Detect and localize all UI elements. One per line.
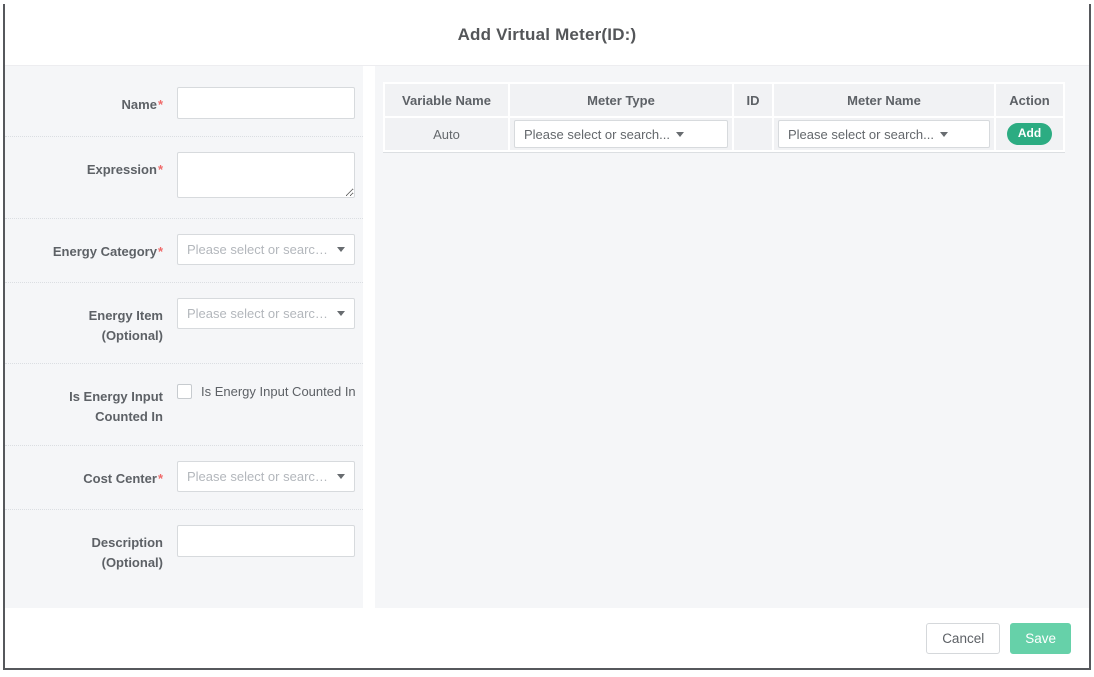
name-input[interactable] [177, 87, 355, 119]
meter-type-cell: Please select or search... [510, 118, 732, 150]
table-row: Auto Please select or search... Please s… [385, 118, 1063, 150]
column-header-id: ID [734, 84, 772, 116]
energy-item-label: Energy Item(Optional) [17, 298, 163, 346]
column-header-meter-name: Meter Name [774, 84, 994, 116]
table-header-row: Variable Name Meter Type ID Meter Name A… [385, 84, 1063, 116]
select-placeholder: Please select or search... [187, 242, 331, 257]
add-virtual-meter-dialog: Add Virtual Meter(ID:) Name* Expression*… [3, 4, 1091, 670]
form-row-energy-item: Energy Item(Optional) Please select or s… [5, 283, 363, 364]
energy-category-select[interactable]: Please select or search... [177, 234, 355, 265]
checkbox-label: Is Energy Input Counted In [201, 384, 356, 399]
dialog-body: Name* Expression* Energy Category* Pleas… [5, 66, 1089, 608]
cancel-button[interactable]: Cancel [926, 623, 1000, 654]
name-label: Name* [17, 87, 163, 115]
form-row-energy-input-counted: Is Energy InputCounted In Is Energy Inpu… [5, 364, 363, 445]
form-row-cost-center: Cost Center* Please select or search... [5, 446, 363, 510]
select-placeholder: Please select or search... [187, 469, 331, 484]
add-variable-button[interactable]: Add [1007, 123, 1052, 144]
select-placeholder: Please select or search... [187, 306, 331, 321]
variables-table: Variable Name Meter Type ID Meter Name A… [383, 82, 1065, 152]
energy-input-counted-checkbox[interactable] [177, 384, 192, 399]
panel-divider [363, 66, 375, 608]
variables-panel: Variable Name Meter Type ID Meter Name A… [375, 66, 1089, 608]
table-bottom-border [383, 152, 1065, 153]
cost-center-label: Cost Center* [17, 461, 163, 489]
energy-input-counted-field: Is Energy Input Counted In [177, 379, 356, 399]
chevron-down-icon [676, 132, 684, 137]
save-button[interactable]: Save [1010, 623, 1071, 654]
action-cell: Add [996, 118, 1063, 150]
form-row-description: Description(Optional) [5, 510, 363, 590]
chevron-down-icon [337, 474, 345, 479]
meter-name-select[interactable]: Please select or search... [778, 120, 990, 148]
chevron-down-icon [940, 132, 948, 137]
required-asterisk: * [158, 97, 163, 112]
expression-textarea[interactable] [177, 152, 355, 198]
select-placeholder: Please select or search... [788, 127, 934, 142]
energy-input-counted-label: Is Energy InputCounted In [17, 379, 163, 427]
energy-item-select[interactable]: Please select or search... [177, 298, 355, 329]
dialog-title: Add Virtual Meter(ID:) [458, 25, 637, 45]
select-placeholder: Please select or search... [524, 127, 670, 142]
description-input[interactable] [177, 525, 355, 557]
id-cell [734, 118, 772, 150]
form-row-name: Name* [5, 72, 363, 137]
form-panel: Name* Expression* Energy Category* Pleas… [5, 66, 363, 608]
expression-label: Expression* [17, 152, 163, 180]
meter-name-cell: Please select or search... [774, 118, 994, 150]
column-header-action: Action [996, 84, 1063, 116]
chevron-down-icon [337, 311, 345, 316]
column-header-meter-type: Meter Type [510, 84, 732, 116]
meter-type-select[interactable]: Please select or search... [514, 120, 728, 148]
dialog-header: Add Virtual Meter(ID:) [5, 4, 1089, 66]
variable-name-cell: Auto [385, 118, 508, 150]
form-row-energy-category: Energy Category* Please select or search… [5, 219, 363, 283]
dialog-footer: Cancel Save [5, 608, 1089, 668]
chevron-down-icon [337, 247, 345, 252]
energy-category-label: Energy Category* [17, 234, 163, 262]
required-asterisk: * [158, 162, 163, 177]
cost-center-select[interactable]: Please select or search... [177, 461, 355, 492]
description-label: Description(Optional) [17, 525, 163, 573]
form-row-expression: Expression* [5, 137, 363, 219]
required-asterisk: * [158, 471, 163, 486]
required-asterisk: * [158, 244, 163, 259]
column-header-variable-name: Variable Name [385, 84, 508, 116]
